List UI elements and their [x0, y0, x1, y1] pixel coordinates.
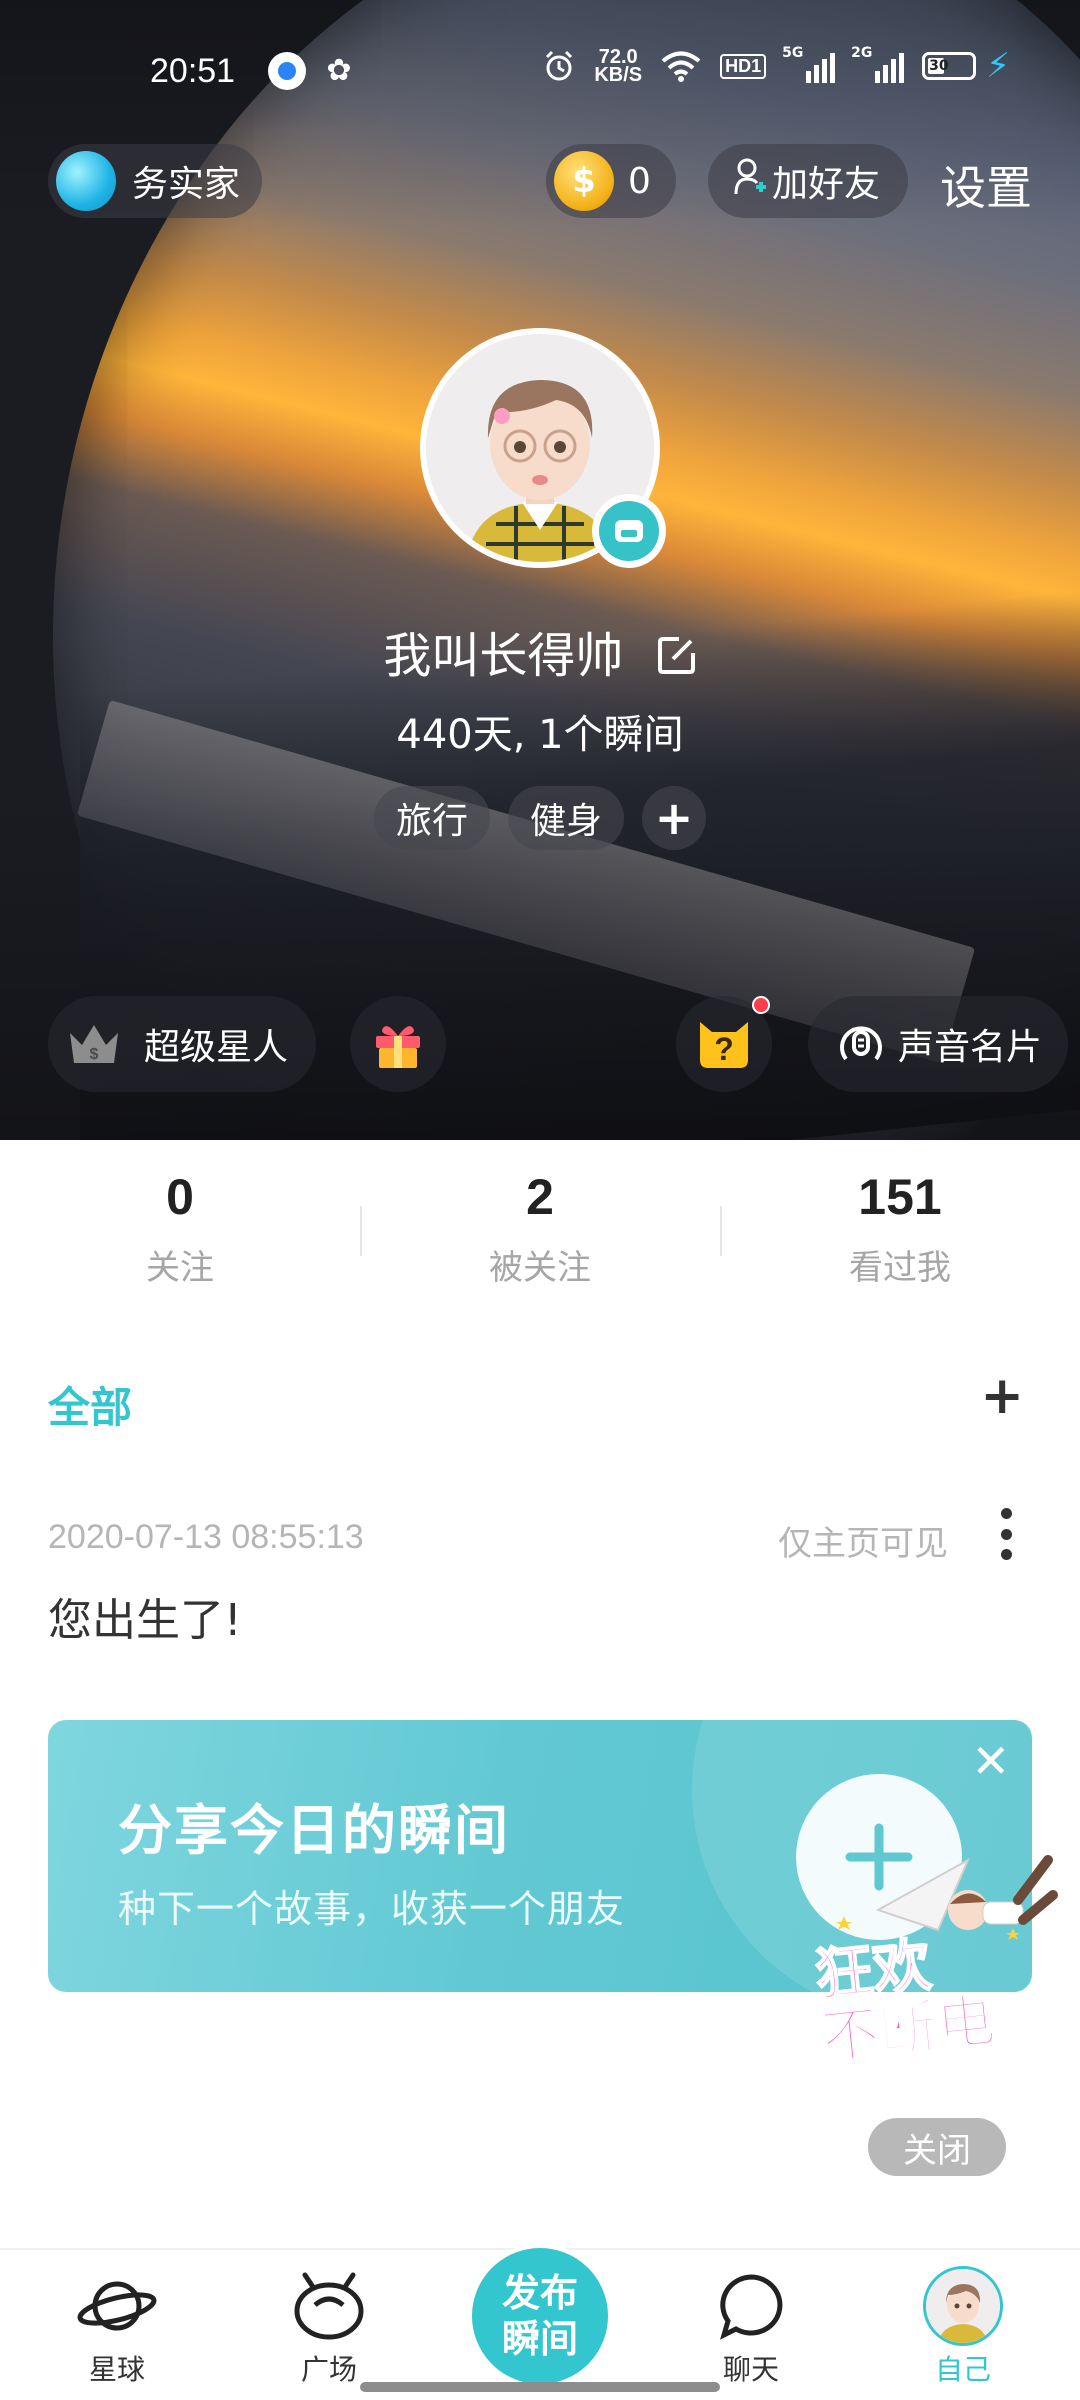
- nav-label-me: 自己: [934, 2353, 991, 2386]
- tag-item[interactable]: 旅行: [373, 786, 490, 850]
- follow-stats: 0 关注 2 被关注 151 看过我: [0, 1168, 1080, 1318]
- mystery-cat-icon: ?: [700, 1022, 748, 1068]
- add-friend-button[interactable]: 加好友: [708, 144, 908, 218]
- promo-text: 狂欢 不断电: [811, 1927, 1000, 2073]
- super-star-label: 超级星人: [144, 1027, 289, 1068]
- svg-text:?: ?: [714, 1031, 734, 1067]
- signal-icon: 5G: [782, 45, 836, 83]
- visitors-count: 151: [858, 1169, 942, 1225]
- followers-label: 被关注: [489, 1248, 591, 1288]
- add-friend-icon: [732, 157, 766, 206]
- me-avatar-icon: [923, 2266, 1003, 2346]
- promo-close-button[interactable]: 关闭: [868, 2118, 1006, 2176]
- net-speed-unit: KB/S: [594, 64, 643, 86]
- nav-item-square[interactable]: 广场: [264, 2268, 394, 2388]
- voice-card-icon: [840, 1026, 882, 1061]
- status-right: 72.0 KB/S HD1 5G 2G 30 ⚡: [542, 45, 1010, 86]
- divider: [360, 1206, 362, 1256]
- signal2-label: 2G: [851, 45, 873, 61]
- crown-icon: $: [70, 1025, 118, 1063]
- close-icon[interactable]: ✕: [971, 1734, 1010, 1788]
- settings-button[interactable]: 设置: [940, 152, 1032, 218]
- nav-item-me[interactable]: 自己: [898, 2266, 1028, 2388]
- tag-item[interactable]: 健身: [508, 786, 625, 850]
- voice-card-button[interactable]: 声音名片: [808, 996, 1068, 1092]
- add-tag-button[interactable]: +: [642, 786, 707, 850]
- following-stat[interactable]: 0 关注: [0, 1168, 360, 1318]
- notification-dot: [752, 996, 770, 1014]
- post-more-icon[interactable]: [998, 1508, 1014, 1560]
- chat-icon: [720, 2274, 783, 2340]
- promo-sticker[interactable]: 狂欢 不断电: [811, 1840, 1058, 2073]
- post-visibility: 仅主页可见: [778, 1524, 948, 1564]
- divider: [720, 1206, 722, 1256]
- voice-card-label: 声音名片: [898, 1027, 1043, 1068]
- coin-icon: $: [554, 151, 614, 211]
- signal-icon-2: 2G: [851, 45, 905, 83]
- add-category-button[interactable]: +: [980, 1366, 1024, 1426]
- share-card-title: 分享今日的瞬间: [118, 1799, 510, 1862]
- nav-item-planet[interactable]: 星球: [52, 2268, 182, 2388]
- mystery-box-button[interactable]: ?: [676, 996, 772, 1092]
- nav-item-chat[interactable]: 聊天: [686, 2268, 816, 2388]
- squirrel-app-icon: ✿: [326, 53, 352, 88]
- following-count: 0: [166, 1169, 194, 1225]
- followers-stat[interactable]: 2 被关注: [360, 1168, 720, 1318]
- net-speed: 72.0 KB/S: [594, 47, 643, 86]
- planet-icon: [56, 151, 116, 211]
- visitors-stat[interactable]: 151 看过我: [720, 1168, 1080, 1318]
- interest-tags: 旅行 健身 +: [0, 786, 1080, 850]
- planet-button[interactable]: 务实家: [48, 144, 262, 218]
- signal1-label: 5G: [782, 45, 804, 61]
- days-moments-summary: 440天, 1个瞬间: [396, 712, 684, 758]
- wifi-icon: [661, 51, 701, 82]
- home-indicator[interactable]: [360, 2382, 720, 2392]
- nav-label-planet: 星球: [88, 2353, 145, 2386]
- hd-voice-badge: HD1: [720, 53, 767, 79]
- alarm-icon: [546, 50, 573, 81]
- battery-icon: 30: [922, 52, 977, 80]
- badge-icon: [599, 501, 659, 561]
- following-label: 关注: [146, 1248, 214, 1288]
- charging-icon: ⚡: [986, 46, 1010, 86]
- gift-button[interactable]: [350, 996, 446, 1092]
- square-icon: [294, 2272, 364, 2340]
- post-text: 您出生了!: [48, 1595, 242, 1646]
- battery-level: 30: [929, 58, 949, 74]
- publish-label-line2: 瞬间: [501, 2317, 578, 2361]
- publish-moment-button[interactable]: 发布 瞬间: [468, 2244, 612, 2388]
- post-timestamp: 2020-07-13 08:55:13: [48, 1518, 364, 1556]
- share-card-subtitle: 种下一个故事，收获一个朋友: [118, 1887, 626, 1931]
- level-badge[interactable]: [592, 494, 666, 568]
- coin-count: 0: [628, 160, 651, 202]
- status-bar: 20:51 ✿ 72.0 KB/S HD1 5G 2G 30 ⚡: [0, 40, 1080, 104]
- profile-nickname-row: 我叫长得帅: [0, 616, 1080, 687]
- visitors-label: 看过我: [849, 1248, 951, 1288]
- gift-icon: [376, 1026, 420, 1068]
- add-friend-label: 加好友: [772, 164, 881, 205]
- notification-app-icon: [268, 52, 306, 90]
- nickname: 我叫长得帅: [383, 628, 624, 684]
- status-app-icons: ✿: [268, 52, 358, 90]
- super-star-button[interactable]: $ 超级星人: [48, 996, 316, 1092]
- planet-icon: [77, 2281, 157, 2331]
- tab-all[interactable]: 全部: [48, 1374, 132, 1435]
- coin-button[interactable]: $ 0: [546, 144, 676, 218]
- publish-label-line1: 发布: [501, 2271, 578, 2315]
- followers-count: 2: [526, 1169, 554, 1225]
- svg-text:$: $: [90, 1046, 99, 1063]
- planet-label: 务实家: [132, 164, 241, 205]
- edit-nickname-icon[interactable]: [657, 631, 697, 687]
- status-time: 20:51: [150, 52, 236, 90]
- promo-text-line2: 不断电: [817, 1985, 999, 2073]
